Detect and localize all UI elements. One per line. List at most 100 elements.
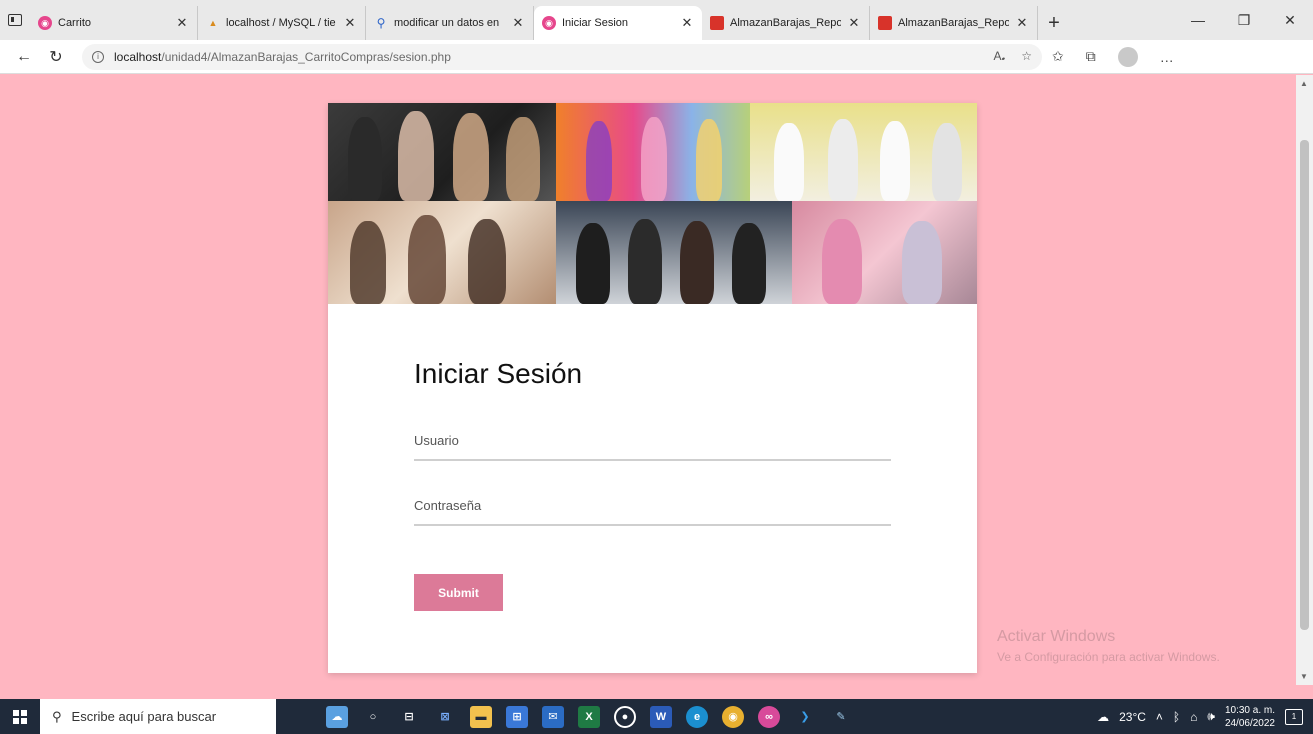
temperature: 23°C [1119, 709, 1146, 724]
watermark-subtitle: Ve a Configuración para activar Windows. [997, 650, 1220, 664]
vscode-icon[interactable]: ❯ [794, 706, 816, 728]
window-controls: — ❐ ✕ [1175, 0, 1313, 40]
tab-search[interactable]: ⚲ modificar un datos en ✕ [366, 6, 534, 40]
page-viewport: Iniciar Sesión Usuario Contraseña Submit… [0, 75, 1296, 685]
page-scrollbar[interactable]: ▲ ▼ [1296, 75, 1313, 685]
password-placeholder: Contraseña [414, 498, 482, 513]
taskbar-apps: ☁ ○ ⊟ ⊠ ▬ ⊞ ✉ X ● W e ◉ ∞ ❯ ✎ [326, 705, 852, 728]
tab-label: AlmazanBarajas_Repo [898, 17, 1009, 29]
excel-icon[interactable]: X [578, 705, 600, 728]
scroll-down-icon[interactable]: ▼ [1300, 672, 1308, 681]
collections-icon[interactable]: ⧉ [1086, 48, 1096, 65]
volume-icon[interactable]: 🕪 [1207, 709, 1215, 724]
new-tab-button[interactable]: + [1038, 6, 1070, 40]
windows-logo-icon [13, 709, 27, 724]
tab-label: localhost / MySQL / tie [226, 17, 336, 29]
task-view-icon[interactable]: ⊟ [398, 706, 420, 728]
collage-photo [328, 103, 556, 201]
back-arrow-icon[interactable]: ← [8, 48, 40, 66]
password-field[interactable]: Contraseña [414, 498, 891, 526]
edge-icon[interactable]: e [686, 705, 708, 728]
search-icon: ⚲ [376, 16, 386, 30]
tab-iniciar-sesion[interactable]: ◉ Iniciar Sesion ✕ [534, 6, 702, 40]
login-card: Iniciar Sesión Usuario Contraseña Submit [328, 103, 977, 673]
site-logo-icon: ◉ [542, 16, 556, 30]
pdf-icon [878, 16, 892, 30]
url-actions: A𝅘 ☆ [993, 49, 1032, 64]
tab-actions [8, 0, 30, 40]
taskbar-search-placeholder: Escribe aquí para buscar [71, 709, 217, 724]
url-text: localhost/unidad4/AlmazanBarajas_Carrito… [114, 49, 451, 64]
close-icon[interactable]: ✕ [1015, 15, 1029, 31]
scrollbar-thumb[interactable] [1300, 140, 1309, 630]
connect-icon[interactable]: ⊠ [434, 706, 456, 728]
tab-label: modificar un datos en [394, 17, 500, 29]
media-icon[interactable]: ● [614, 705, 636, 728]
refresh-icon[interactable]: ↻ [40, 47, 72, 67]
weather-widget-icon[interactable]: ☁ [326, 705, 348, 728]
read-aloud-icon[interactable]: A𝅘 [993, 49, 1005, 64]
tab-label: AlmazanBarajas_Repor [730, 17, 841, 29]
browser-tab-strip: ◉ Carrito ✕ ▲ localhost / MySQL / tie ✕ … [0, 0, 1313, 40]
tab-carrito[interactable]: ◉ Carrito ✕ [30, 6, 198, 40]
collage-photo [750, 103, 977, 201]
page-title: Iniciar Sesión [414, 358, 583, 389]
tab-actions-icon[interactable] [8, 14, 22, 26]
collage-photo [328, 201, 556, 304]
more-icon[interactable]: … [1160, 49, 1174, 65]
notifications-icon[interactable]: 1 [1285, 708, 1303, 725]
search-icon: ⚲ [52, 708, 62, 724]
windows-activation-watermark: Activar Windows Ve a Configuración para … [997, 628, 1220, 664]
toolbar-actions: ✩ ⧉ … [1052, 46, 1174, 67]
collage-photo [556, 103, 750, 201]
taskbar-search-input[interactable]: ⚲ Escribe aquí para buscar [40, 699, 276, 734]
close-icon[interactable]: ✕ [175, 15, 189, 31]
close-icon[interactable]: ✕ [343, 15, 357, 31]
chrome-icon[interactable]: ◉ [722, 705, 744, 728]
chevron-up-icon[interactable]: ˄ [1156, 710, 1163, 724]
username-field[interactable]: Usuario [414, 433, 891, 461]
url-input[interactable]: i localhost/unidad4/AlmazanBarajas_Carri… [82, 43, 1042, 70]
bluetooth-icon[interactable]: ᛒ [1173, 710, 1180, 724]
username-placeholder: Usuario [414, 433, 459, 448]
app-icon[interactable]: ∞ [758, 705, 780, 728]
mail-icon[interactable]: ✉ [542, 705, 564, 728]
close-icon[interactable]: ✕ [680, 15, 694, 31]
store-icon[interactable]: ⊞ [506, 705, 528, 728]
minimize-icon[interactable]: — [1175, 12, 1221, 28]
file-explorer-icon[interactable]: ▬ [470, 705, 492, 728]
network-icon[interactable]: ⌂ [1190, 710, 1197, 724]
system-tray: ☁ 23°C ˄ ᛒ ⌂ 🕪 10:30 a. m. 24/06/2022 1 [1097, 704, 1313, 730]
tab-label: Iniciar Sesion [562, 17, 629, 29]
close-window-icon[interactable]: ✕ [1267, 12, 1313, 29]
word-icon[interactable]: W [650, 705, 672, 728]
site-logo-icon: ◉ [38, 16, 52, 30]
restore-icon[interactable]: ❐ [1221, 12, 1267, 29]
avatar[interactable] [1117, 46, 1138, 67]
tab-phpmyadmin[interactable]: ▲ localhost / MySQL / tie ✕ [198, 6, 366, 40]
favorites-icon[interactable]: ✩ [1052, 48, 1064, 65]
collage-photo [792, 201, 977, 304]
windows-taskbar: ⚲ Escribe aquí para buscar ☁ ○ ⊟ ⊠ ▬ ⊞ ✉… [0, 699, 1313, 734]
cortana-icon[interactable]: ○ [362, 706, 384, 728]
pdf-icon [710, 16, 724, 30]
info-icon[interactable]: i [92, 50, 104, 63]
clock-time: 10:30 a. m. [1224, 704, 1275, 716]
submit-button[interactable]: Submit [414, 574, 503, 611]
tab-pdf-report-2[interactable]: AlmazanBarajas_Repo ✕ [870, 6, 1038, 40]
phpmyadmin-icon: ▲ [208, 18, 218, 28]
close-icon[interactable]: ✕ [511, 15, 525, 31]
header-photo-collage [328, 103, 977, 304]
scroll-up-icon[interactable]: ▲ [1300, 79, 1308, 88]
watermark-title: Activar Windows [997, 628, 1116, 645]
tab-pdf-report-1[interactable]: AlmazanBarajas_Repor ✕ [702, 6, 870, 40]
weather-icon[interactable]: ☁ [1097, 710, 1109, 724]
add-favorite-icon[interactable]: ☆ [1021, 49, 1032, 64]
notes-icon[interactable]: ✎ [830, 706, 852, 728]
clock-date: 24/06/2022 [1224, 717, 1275, 729]
collage-photo [556, 201, 792, 304]
clock[interactable]: 10:30 a. m. 24/06/2022 [1225, 704, 1275, 730]
close-icon[interactable]: ✕ [847, 15, 861, 31]
start-button[interactable] [0, 709, 40, 724]
tab-label: Carrito [58, 17, 92, 29]
